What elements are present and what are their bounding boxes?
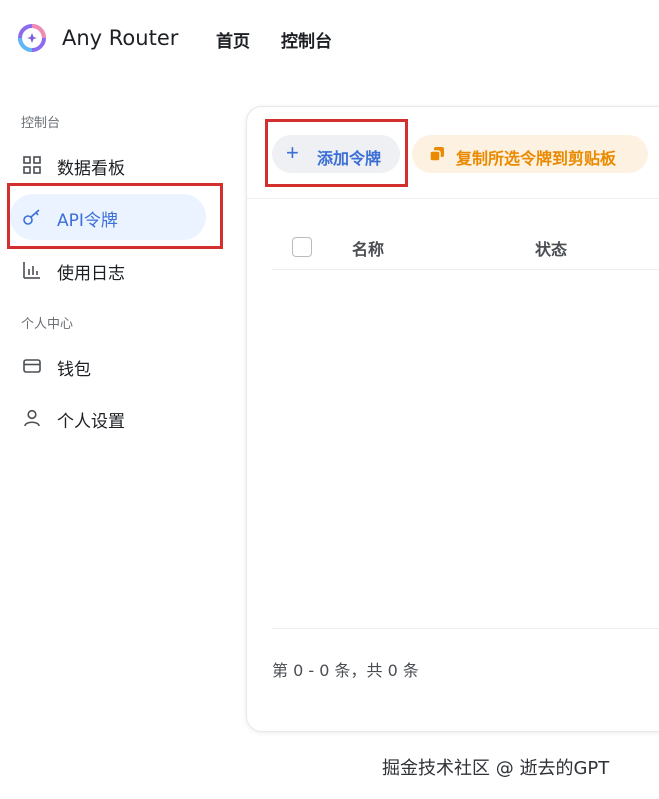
bar-chart-icon bbox=[23, 262, 40, 279]
toolbar-divider bbox=[247, 198, 659, 199]
copy-selected-tokens-button[interactable]: 复制所选令牌到剪贴板 bbox=[412, 135, 648, 173]
nav-console-link[interactable]: 控制台 bbox=[281, 27, 332, 52]
copy-icon bbox=[429, 147, 444, 162]
sidebar-item-personal-settings[interactable]: 个人设置 bbox=[10, 395, 206, 441]
highlight-box-add-button bbox=[265, 119, 408, 187]
top-header: Any Router 首页 控制台 bbox=[0, 0, 659, 80]
nav-home-link[interactable]: 首页 bbox=[216, 27, 250, 52]
app-title[interactable]: Any Router bbox=[62, 26, 178, 50]
sidebar-item-label: 钱包 bbox=[57, 360, 91, 380]
sidebar-item-label: 数据看板 bbox=[57, 159, 125, 179]
user-icon bbox=[24, 409, 40, 427]
column-header-name[interactable]: 名称 bbox=[352, 236, 384, 260]
table-footer-divider bbox=[272, 628, 659, 629]
column-header-status[interactable]: 状态 bbox=[535, 236, 567, 260]
sidebar-item-label: 使用日志 bbox=[57, 264, 125, 284]
sidebar-item-wallet[interactable]: 钱包 bbox=[10, 343, 206, 389]
sidebar-item-dashboard[interactable]: 数据看板 bbox=[10, 142, 206, 188]
table-header-divider bbox=[272, 269, 659, 270]
sidebar-item-usage-logs[interactable]: 使用日志 bbox=[10, 247, 206, 293]
dashboard-grid-icon bbox=[23, 156, 41, 174]
sidebar-item-label: 个人设置 bbox=[57, 412, 125, 432]
pagination-summary: 第 0 - 0 条，共 0 条 bbox=[272, 661, 419, 680]
sidebar-section-personal: 个人中心 bbox=[21, 317, 74, 332]
sidebar-section-console: 控制台 bbox=[21, 116, 61, 131]
select-all-checkbox[interactable] bbox=[292, 237, 312, 257]
tokens-panel bbox=[246, 106, 659, 732]
highlight-box-sidebar bbox=[7, 183, 223, 249]
watermark-text: 掘金技术社区 @ 逝去的GPT bbox=[382, 758, 610, 779]
wallet-card-icon bbox=[23, 359, 41, 373]
copy-selected-tokens-label: 复制所选令牌到剪贴板 bbox=[456, 151, 617, 168]
app-logo-icon[interactable] bbox=[18, 24, 46, 52]
